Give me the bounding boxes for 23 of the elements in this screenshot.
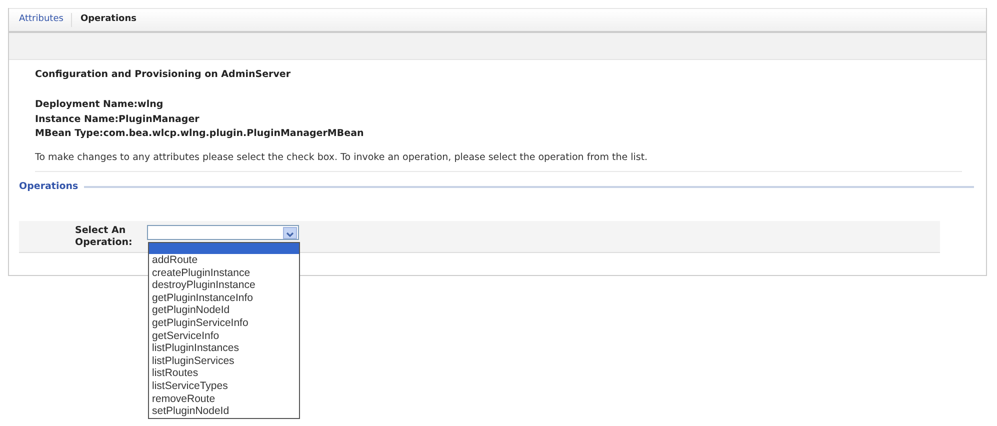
dropdown-option[interactable]: getPluginInstanceInfo [149, 292, 299, 304]
instructions-text: To make changes to any attributes please select the check box. To invoke an operation, please select the operation from the list. [35, 141, 962, 172]
tab[interactable]: Operations [80, 13, 144, 27]
dropdown-option[interactable]: setPluginNodeId [149, 405, 299, 418]
dropdown-option[interactable]: getPluginServiceInfo [149, 316, 299, 330]
detail-line: Deployment Name:wlng [35, 98, 164, 112]
dropdown-option[interactable]: listPluginInstances [149, 342, 299, 355]
dropdown-option[interactable]: removeRoute [149, 392, 299, 406]
heading: Configuration and Provisioning on AdminServer [35, 68, 292, 82]
dropdown-option[interactable]: listRoutes [149, 367, 299, 380]
dropdown-option[interactable]: destroyPluginInstance [149, 279, 299, 292]
dropdown-option[interactable]: listServiceTypes [149, 380, 299, 393]
tab[interactable]: Attributes [19, 13, 72, 27]
dropdown-option[interactable]: getServiceInfo [149, 330, 299, 342]
field-label: Select An Operation: [75, 224, 134, 250]
detail-line: MBean Type:com.bea.wlcp.wlng.plugin.PluginManagerMBean [35, 126, 365, 141]
dropdown-option[interactable]: getPluginNodeId [149, 304, 299, 317]
detail-line: Instance Name:PluginManager [35, 112, 200, 126]
dropdown-option[interactable]: addRoute [149, 254, 299, 267]
dropdown-option[interactable]: listPluginServices [149, 354, 299, 368]
section-title: Operations [19, 180, 78, 194]
operation-dropdown[interactable] [147, 224, 299, 240]
dropdown-option[interactable]: createPluginInstance [149, 266, 299, 280]
